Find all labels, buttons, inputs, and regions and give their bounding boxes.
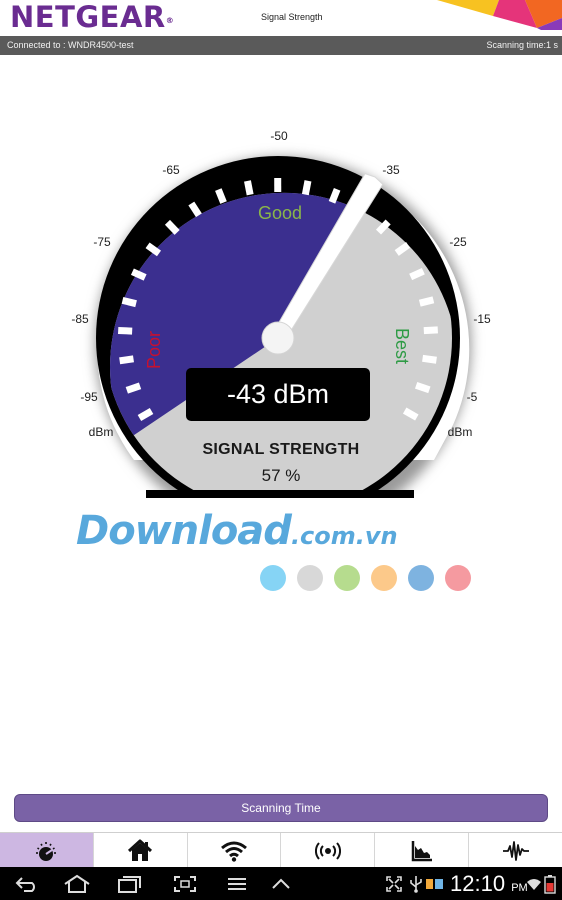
watermark-dot	[445, 565, 471, 591]
system-clock: 12:10 PM	[450, 871, 528, 896]
area-graph-icon	[411, 840, 432, 861]
usb-indicator	[407, 872, 425, 896]
scale-label: -15	[473, 312, 491, 326]
tab-wifi[interactable]	[187, 833, 282, 868]
wifi-status	[526, 872, 542, 896]
download-watermark: Download.com.vn	[76, 508, 398, 554]
scale-label: -75	[93, 235, 111, 249]
watermark-dots	[260, 565, 471, 591]
tab-waveform[interactable]	[469, 833, 562, 868]
gauge-tick	[118, 326, 133, 335]
tab-home[interactable]	[93, 833, 188, 868]
tab-graph[interactable]	[375, 833, 470, 868]
connected-network: Connected to : WNDR4500-test	[7, 40, 134, 50]
wifi-icon	[221, 841, 248, 862]
brand-corner-graphic	[437, 0, 562, 30]
good-zone-label: Good	[258, 203, 302, 223]
collapse-icon	[272, 878, 290, 889]
signal-gauge: -50 -65 -35 -75 -25 -85 -15 -95 -5 dBm d…	[71, 129, 491, 520]
recent-apps-icon	[118, 876, 141, 893]
gauge-tick	[422, 354, 437, 364]
gauge-tick	[414, 381, 431, 394]
fullscreen-icon	[386, 876, 402, 892]
scale-label: -85	[71, 312, 89, 326]
watermark-dot	[408, 565, 434, 591]
signal-gauge-icon	[36, 841, 57, 861]
unit-label: dBm	[448, 425, 473, 439]
scanning-time-button[interactable]: Scanning Time	[14, 794, 548, 822]
scale-label: -5	[467, 390, 478, 404]
watermark-dot	[334, 565, 360, 591]
tab-signal-strength[interactable]	[0, 833, 94, 868]
needle-hub	[261, 321, 295, 355]
media-icon	[426, 879, 443, 889]
scale-label: -35	[382, 163, 400, 177]
watermark-dot	[297, 565, 323, 591]
system-navigation-bar: 12:10 PM	[0, 867, 562, 900]
gauge-tick	[125, 382, 142, 394]
scanning-time-readout: Scanning time:1 s	[486, 40, 558, 50]
signal-dbm-readout: -43 dBm	[186, 368, 370, 421]
gauge-tick	[215, 188, 227, 204]
connection-status-bar: Connected to : WNDR4500-test Scanning ti…	[0, 36, 562, 55]
battery-status	[542, 872, 558, 896]
netgear-logo: NETGEAR®	[10, 0, 175, 34]
best-zone-label: Best	[392, 328, 412, 364]
media-indicator	[424, 872, 446, 896]
unit-label: dBm	[89, 425, 114, 439]
broadcast-icon	[314, 841, 341, 860]
gauge-tick	[418, 296, 435, 307]
menu-icon	[228, 878, 246, 890]
screenshot-icon	[174, 876, 196, 892]
back-button[interactable]	[12, 872, 42, 896]
signal-percent: 57 %	[261, 466, 301, 485]
usb-icon	[410, 876, 422, 893]
recent-apps-button[interactable]	[115, 872, 145, 896]
menu-button[interactable]	[222, 872, 252, 896]
app-header: NETGEAR® Signal Strength	[0, 0, 562, 36]
battery-icon	[544, 875, 556, 894]
waveform-icon	[502, 840, 529, 861]
poor-zone-label: Poor	[144, 331, 164, 369]
watermark-dot	[371, 565, 397, 591]
home-icon	[128, 839, 153, 861]
back-icon	[15, 877, 35, 892]
fullscreen-indicator	[383, 872, 405, 896]
wifi-icon	[527, 879, 541, 890]
scale-label: -95	[80, 390, 98, 404]
page-title: Signal Strength	[261, 12, 323, 22]
signal-strength-title: SIGNAL STRENGTH	[202, 441, 360, 458]
gauge-tick	[121, 296, 137, 308]
collapse-button[interactable]	[266, 872, 296, 896]
screenshot-button[interactable]	[170, 872, 200, 896]
gauge-tick	[328, 188, 341, 204]
gauge-tick	[301, 180, 312, 196]
scale-label: -25	[449, 235, 467, 249]
gauge-tick	[244, 180, 254, 196]
gauge-tick	[119, 355, 134, 365]
home-button[interactable]	[62, 872, 92, 896]
scale-label: -65	[162, 163, 180, 177]
gauge-tick	[423, 326, 438, 335]
watermark-dot	[260, 565, 286, 591]
bottom-tab-bar	[0, 832, 562, 868]
scale-label: -50	[270, 129, 288, 143]
home-icon	[64, 874, 90, 893]
tab-broadcast[interactable]	[281, 833, 376, 868]
